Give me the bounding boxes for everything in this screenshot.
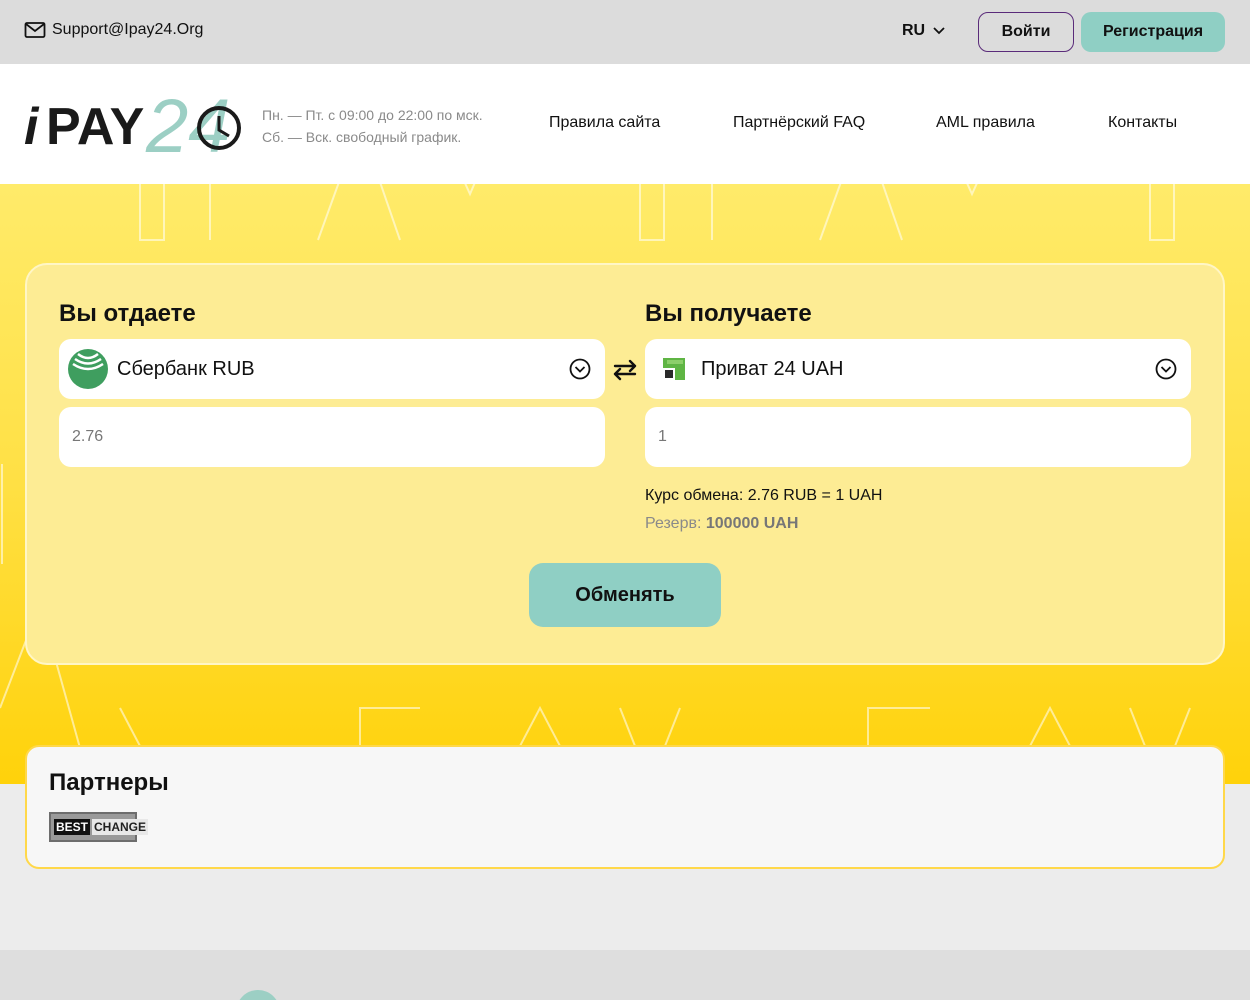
nav-aml-rules[interactable]: AML правила <box>936 114 1035 132</box>
give-currency-name: Сбербанк RUB <box>117 357 255 380</box>
language-label: RU <box>902 22 926 39</box>
bestchange-logo-part1: BEST <box>54 819 91 835</box>
reserve-value: 100000 UAH <box>705 515 799 532</box>
get-amount-input[interactable] <box>645 407 1191 467</box>
chevron-down-icon <box>1155 358 1177 380</box>
working-hours-weekdays: Пн. — Пт. с 09:00 до 22:00 по мск. <box>262 107 483 123</box>
exchange-rate: Курс обмена: 2.76 RUB = 1 UAH <box>645 487 883 504</box>
give-title: Вы отдаете <box>59 300 196 327</box>
svg-text:PAY: PAY <box>46 98 144 156</box>
give-currency-select[interactable]: Сбербанк RUB <box>59 339 605 399</box>
svg-text:i: i <box>24 98 40 156</box>
footer <box>0 950 1250 1000</box>
working-hours: Пн. — Пт. с 09:00 до 22:00 по мск. Сб. —… <box>262 104 483 148</box>
chevron-down-icon <box>569 358 591 380</box>
top-bar: Support@Ipay24.Org RU Войти Регистрация <box>0 0 1250 64</box>
login-button[interactable]: Войти <box>978 12 1074 52</box>
get-title: Вы получаете <box>645 300 812 327</box>
nav-partner-faq[interactable]: Партнёрский FAQ <box>733 114 865 132</box>
site-header: i PAY 24 Пн. — Пт. с 09:00 до 22:00 по м… <box>0 64 1250 184</box>
mail-icon <box>24 22 46 38</box>
nav-contacts[interactable]: Контакты <box>1108 114 1177 132</box>
chevron-down-icon <box>933 27 945 35</box>
support-email-link[interactable]: Support@Ipay24.Org <box>24 20 203 40</box>
swap-arrows-icon[interactable] <box>611 357 639 383</box>
bestchange-logo[interactable]: BEST CHANGE <box>49 812 149 842</box>
register-button[interactable]: Регистрация <box>1081 12 1225 52</box>
partners-title: Партнеры <box>49 769 169 796</box>
bestchange-logo-part2: CHANGE <box>92 819 149 835</box>
get-currency-select[interactable]: Приват 24 UAH <box>645 339 1191 399</box>
exchange-button[interactable]: Обменять <box>529 563 721 627</box>
partners-section <box>25 745 1225 869</box>
ipay24-logo[interactable]: i PAY 24 <box>24 86 244 166</box>
give-amount-input[interactable] <box>59 407 605 467</box>
reserve-info: Резерв: 100000 UAH <box>645 515 798 533</box>
privat24-logo-icon <box>663 358 685 380</box>
sberbank-logo-icon <box>68 349 108 389</box>
support-email-text: Support@Ipay24.Org <box>52 21 204 38</box>
working-hours-weekend: Сб. — Вск. свободный график. <box>262 129 462 145</box>
language-selector[interactable]: RU <box>902 22 945 40</box>
footer-decoration <box>236 990 280 1000</box>
get-currency-name: Приват 24 UAH <box>701 357 844 380</box>
nav-site-rules[interactable]: Правила сайта <box>549 114 660 132</box>
reserve-label: Резерв: <box>645 515 702 532</box>
